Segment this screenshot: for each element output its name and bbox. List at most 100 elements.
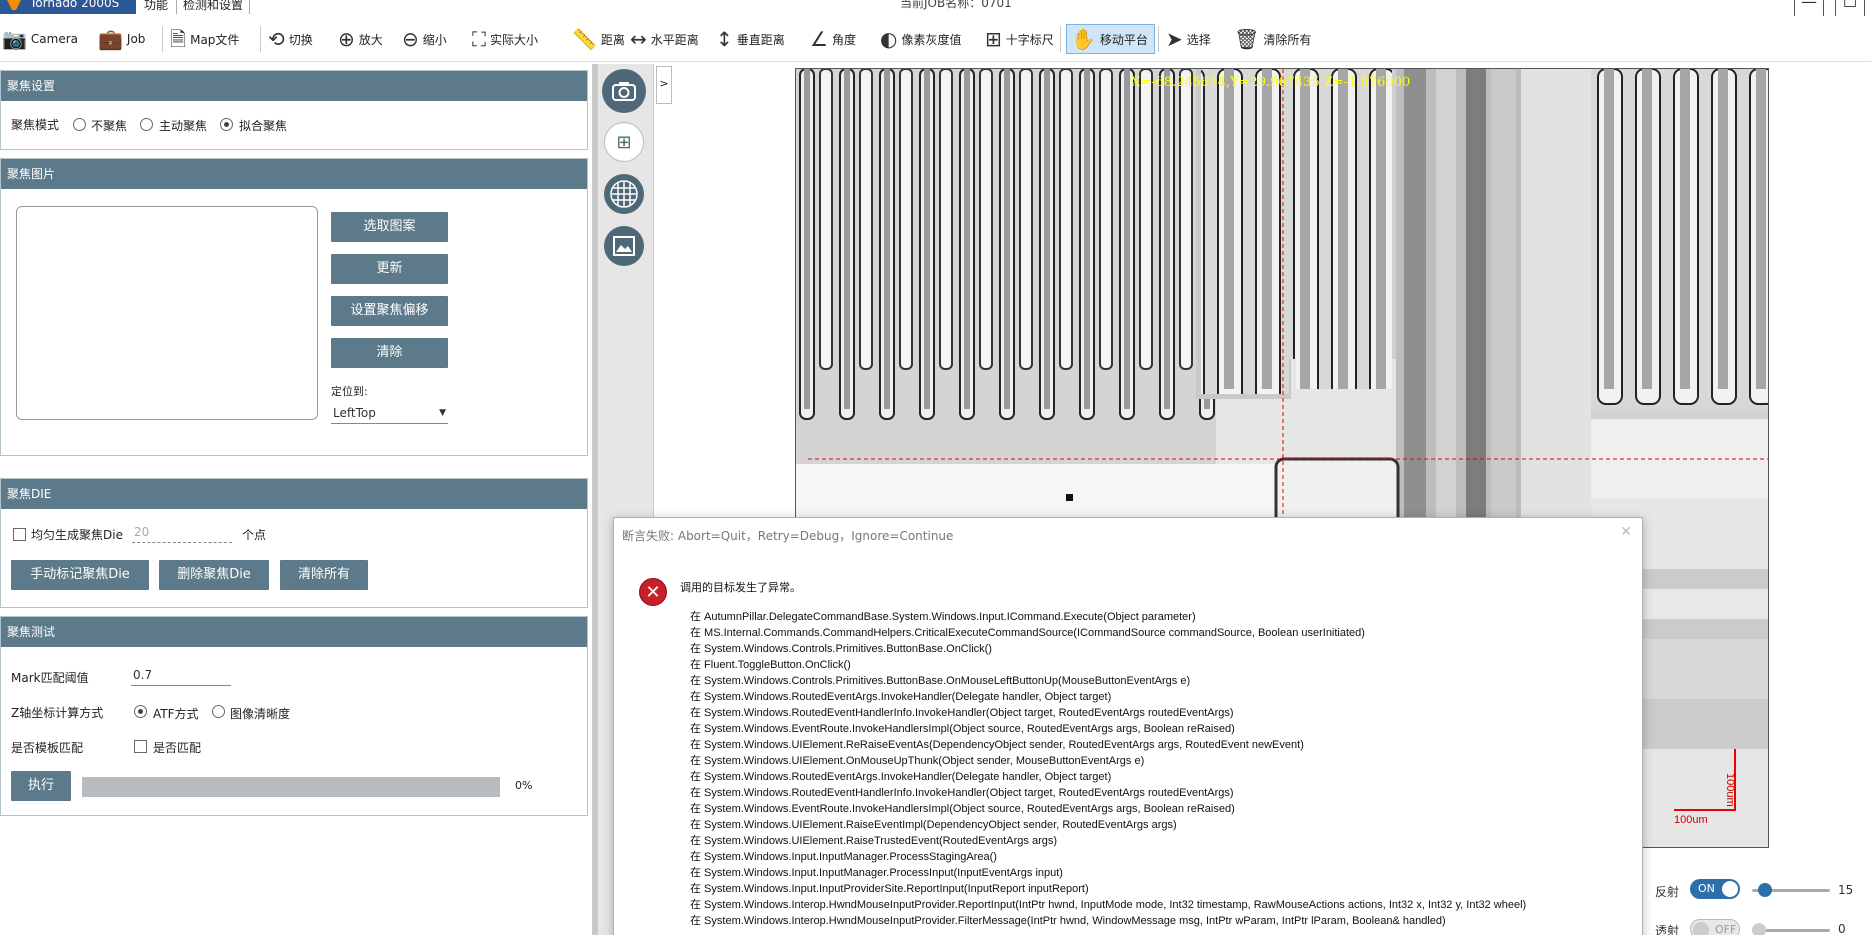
- manual-mark-die-button[interactable]: 手动标记聚焦Die: [11, 560, 149, 590]
- toolbar-button-grayscale[interactable]: ◐ 像素灰度值: [880, 24, 961, 54]
- uniform-die-checkbox[interactable]: [13, 528, 26, 541]
- current-job-label: 当前JOB名称：0701: [900, 0, 1012, 10]
- focus-image-header: 聚焦图片: [1, 159, 587, 189]
- radio-atf[interactable]: [134, 705, 147, 718]
- radio-fit-focus-label: 拟合聚焦: [239, 119, 288, 133]
- toolbar-button-zoom-out[interactable]: ⊖ 缩小: [402, 24, 447, 54]
- zoom-in-icon: ⊕: [338, 27, 355, 51]
- toolbar-button-hand[interactable]: ✋ 移动平台: [1066, 24, 1155, 54]
- toolbar-button-zoom-in[interactable]: ⊕ 放大: [338, 24, 383, 54]
- toolbar-button-file[interactable]: 🗎 Map文件: [170, 24, 239, 54]
- update-button[interactable]: 更新: [331, 254, 448, 284]
- toolbar-button-ruler[interactable]: 📏 距离: [572, 24, 625, 54]
- toolbar-button-label: 像素灰度值: [901, 32, 962, 47]
- radio-active-focus[interactable]: [140, 118, 153, 131]
- transmit-slider-thumb[interactable]: [1752, 923, 1766, 935]
- toggle-knob: [1722, 881, 1738, 897]
- run-button[interactable]: 执行: [11, 771, 71, 801]
- stack-trace-line: 在 System.Windows.UIElement.RaiseTrustedE…: [690, 835, 1058, 847]
- reflect-slider-thumb[interactable]: [1758, 883, 1772, 897]
- focus-settings-header: 聚焦设置: [1, 71, 587, 101]
- close-icon[interactable]: ✕: [1620, 524, 1632, 540]
- toolbar-button-label: 实际大小: [490, 32, 539, 47]
- toolbar: 📷 Camera 💼 Job 🗎 Map文件 ⟲ 切换 ⊕ 放大 ⊖ 缩小 ⛶ 实际大小 📏 距离 ↔ 水平距离 ↕…: [0, 16, 1871, 62]
- toolbar-button-label: 切换: [288, 32, 313, 47]
- toolbar-separator: [260, 26, 261, 52]
- ruler-icon: 📏: [572, 27, 597, 51]
- stack-trace-line: 在 System.Windows.RoutedEventHandlerInfo.…: [690, 707, 1234, 719]
- grid-settings-icon[interactable]: ⊞: [604, 122, 644, 162]
- clear-image-button[interactable]: 清除: [331, 338, 448, 368]
- toolbar-button-camera[interactable]: 📷 Camera: [2, 24, 78, 54]
- stack-trace-line: 在 System.Windows.Interop.HwndMouseInputP…: [690, 899, 1527, 911]
- toolbar-button-briefcase[interactable]: 💼 Job: [98, 24, 145, 54]
- template-match-check-label: 是否匹配: [153, 741, 202, 755]
- toolbar-button-label: Camera: [30, 32, 78, 46]
- toolbar-button-pointer[interactable]: ➤ 选择: [1166, 24, 1211, 54]
- focus-image-section: 聚焦图片 选取图案 更新 设置聚焦偏移 清除 定位到: LeftTop ▼: [0, 158, 588, 456]
- stack-trace-line: 在 System.Windows.RoutedEventArgs.InvokeH…: [690, 691, 1112, 703]
- stack-trace-line: 在 AutumnPillar.DelegateCommandBase.Syste…: [690, 611, 1196, 623]
- image-view-icon[interactable]: [604, 226, 644, 266]
- focus-image-preview: [16, 206, 318, 420]
- stack-trace-line: 在 System.Windows.RoutedEventArgs.InvokeH…: [690, 771, 1112, 783]
- clear-all-die-button[interactable]: 清除所有: [280, 560, 368, 590]
- mark-threshold-label: Mark匹配阈值: [11, 671, 89, 685]
- radio-fit-focus[interactable]: [220, 118, 233, 131]
- toolbar-button-label: 清除所有: [1263, 32, 1312, 47]
- toolbar-button-label: 垂直距离: [736, 32, 785, 47]
- stack-trace-line: 在 System.Windows.Controls.Primitives.But…: [690, 643, 992, 655]
- wafer-map-icon[interactable]: [604, 174, 644, 214]
- app-window: { "app": { "title": "Tornado 2000S", "me…: [0, 0, 1871, 935]
- app-brand: Tornado 2000S: [0, 0, 136, 14]
- die-count-input[interactable]: 20: [132, 523, 232, 543]
- stack-trace-line: 在 System.Windows.Input.InputProviderSite…: [690, 883, 1089, 895]
- toolbar-button-label: 缩小: [422, 32, 447, 47]
- stack-trace-line: 在 System.Windows.EventRoute.InvokeHandle…: [690, 803, 1235, 815]
- menu-inspection-settings[interactable]: 检测和设置: [176, 0, 251, 14]
- radio-image-sharpness-label: 图像清晰度: [230, 707, 291, 721]
- stack-trace-line: 在 System.Windows.UIElement.OnMouseUpThun…: [690, 755, 1145, 767]
- radio-atf-label: ATF方式: [153, 707, 199, 721]
- template-match-checkbox[interactable]: [134, 740, 147, 753]
- scale-label-vertical: 100um: [1724, 773, 1736, 807]
- radio-image-sharpness[interactable]: [212, 705, 225, 718]
- stack-trace: 在 AutumnPillar.DelegateCommandBase.Syste…: [690, 609, 1630, 929]
- toolbar-button-angle[interactable]: ∠ 角度: [810, 24, 856, 54]
- camera-icon[interactable]: [602, 69, 646, 113]
- transmit-toggle[interactable]: OFF: [1690, 919, 1740, 935]
- toolbar-button-switch[interactable]: ⟲ 切换: [268, 24, 313, 54]
- progress-bar: [82, 777, 500, 797]
- toggle-knob: [1693, 922, 1709, 935]
- actual-size-icon: ⛶: [472, 27, 486, 51]
- toolbar-button-vertical-distance[interactable]: ↕ 垂直距离: [716, 24, 785, 54]
- set-focus-offset-button[interactable]: 设置聚焦偏移: [331, 296, 448, 326]
- radio-no-focus[interactable]: [73, 118, 86, 131]
- toolbar-button-horizontal-distance[interactable]: ↔ 水平距离: [630, 24, 699, 54]
- toolbar-button-trash[interactable]: 🗑 清除所有: [1234, 24, 1311, 54]
- toolbar-button-label: 放大: [358, 32, 383, 47]
- dialog-title: 断言失败: Abort=Quit，Retry=Debug，Ignore=Cont…: [622, 529, 954, 543]
- expand-panel-button[interactable]: >: [656, 66, 672, 104]
- angle-icon: ∠: [810, 27, 828, 51]
- toolbar-separator: [1060, 26, 1061, 52]
- locate-select-value: LeftTop: [333, 406, 376, 420]
- horizontal-distance-icon: ↔: [630, 27, 647, 51]
- camera-icon: 📷: [2, 27, 27, 51]
- reflect-value: 15: [1838, 883, 1854, 897]
- locate-select[interactable]: LeftTop ▼: [331, 404, 448, 424]
- stack-trace-line: 在 System.Windows.UIElement.RaiseEventImp…: [690, 819, 1177, 831]
- mark-threshold-input[interactable]: 0.7: [131, 666, 231, 686]
- stack-trace-line: 在 System.Windows.Input.InputManager.Proc…: [690, 867, 1063, 879]
- pointer-icon: ➤: [1166, 27, 1183, 51]
- toolbar-button-label: 距离: [600, 32, 625, 47]
- reflect-toggle[interactable]: ON: [1690, 879, 1740, 899]
- toolbar-button-crosshair-ruler[interactable]: ⊞ 十字标尺: [985, 24, 1054, 54]
- menu-function[interactable]: 功能: [138, 0, 174, 14]
- select-pattern-button[interactable]: 选取图案: [331, 212, 448, 242]
- delete-focus-die-button[interactable]: 删除聚焦Die: [159, 560, 269, 590]
- app-logo-icon: [4, 0, 24, 10]
- toolbar-button-actual-size[interactable]: ⛶ 实际大小: [472, 24, 538, 54]
- zoom-out-icon: ⊖: [402, 27, 419, 51]
- radio-active-focus-label: 主动聚焦: [159, 119, 208, 133]
